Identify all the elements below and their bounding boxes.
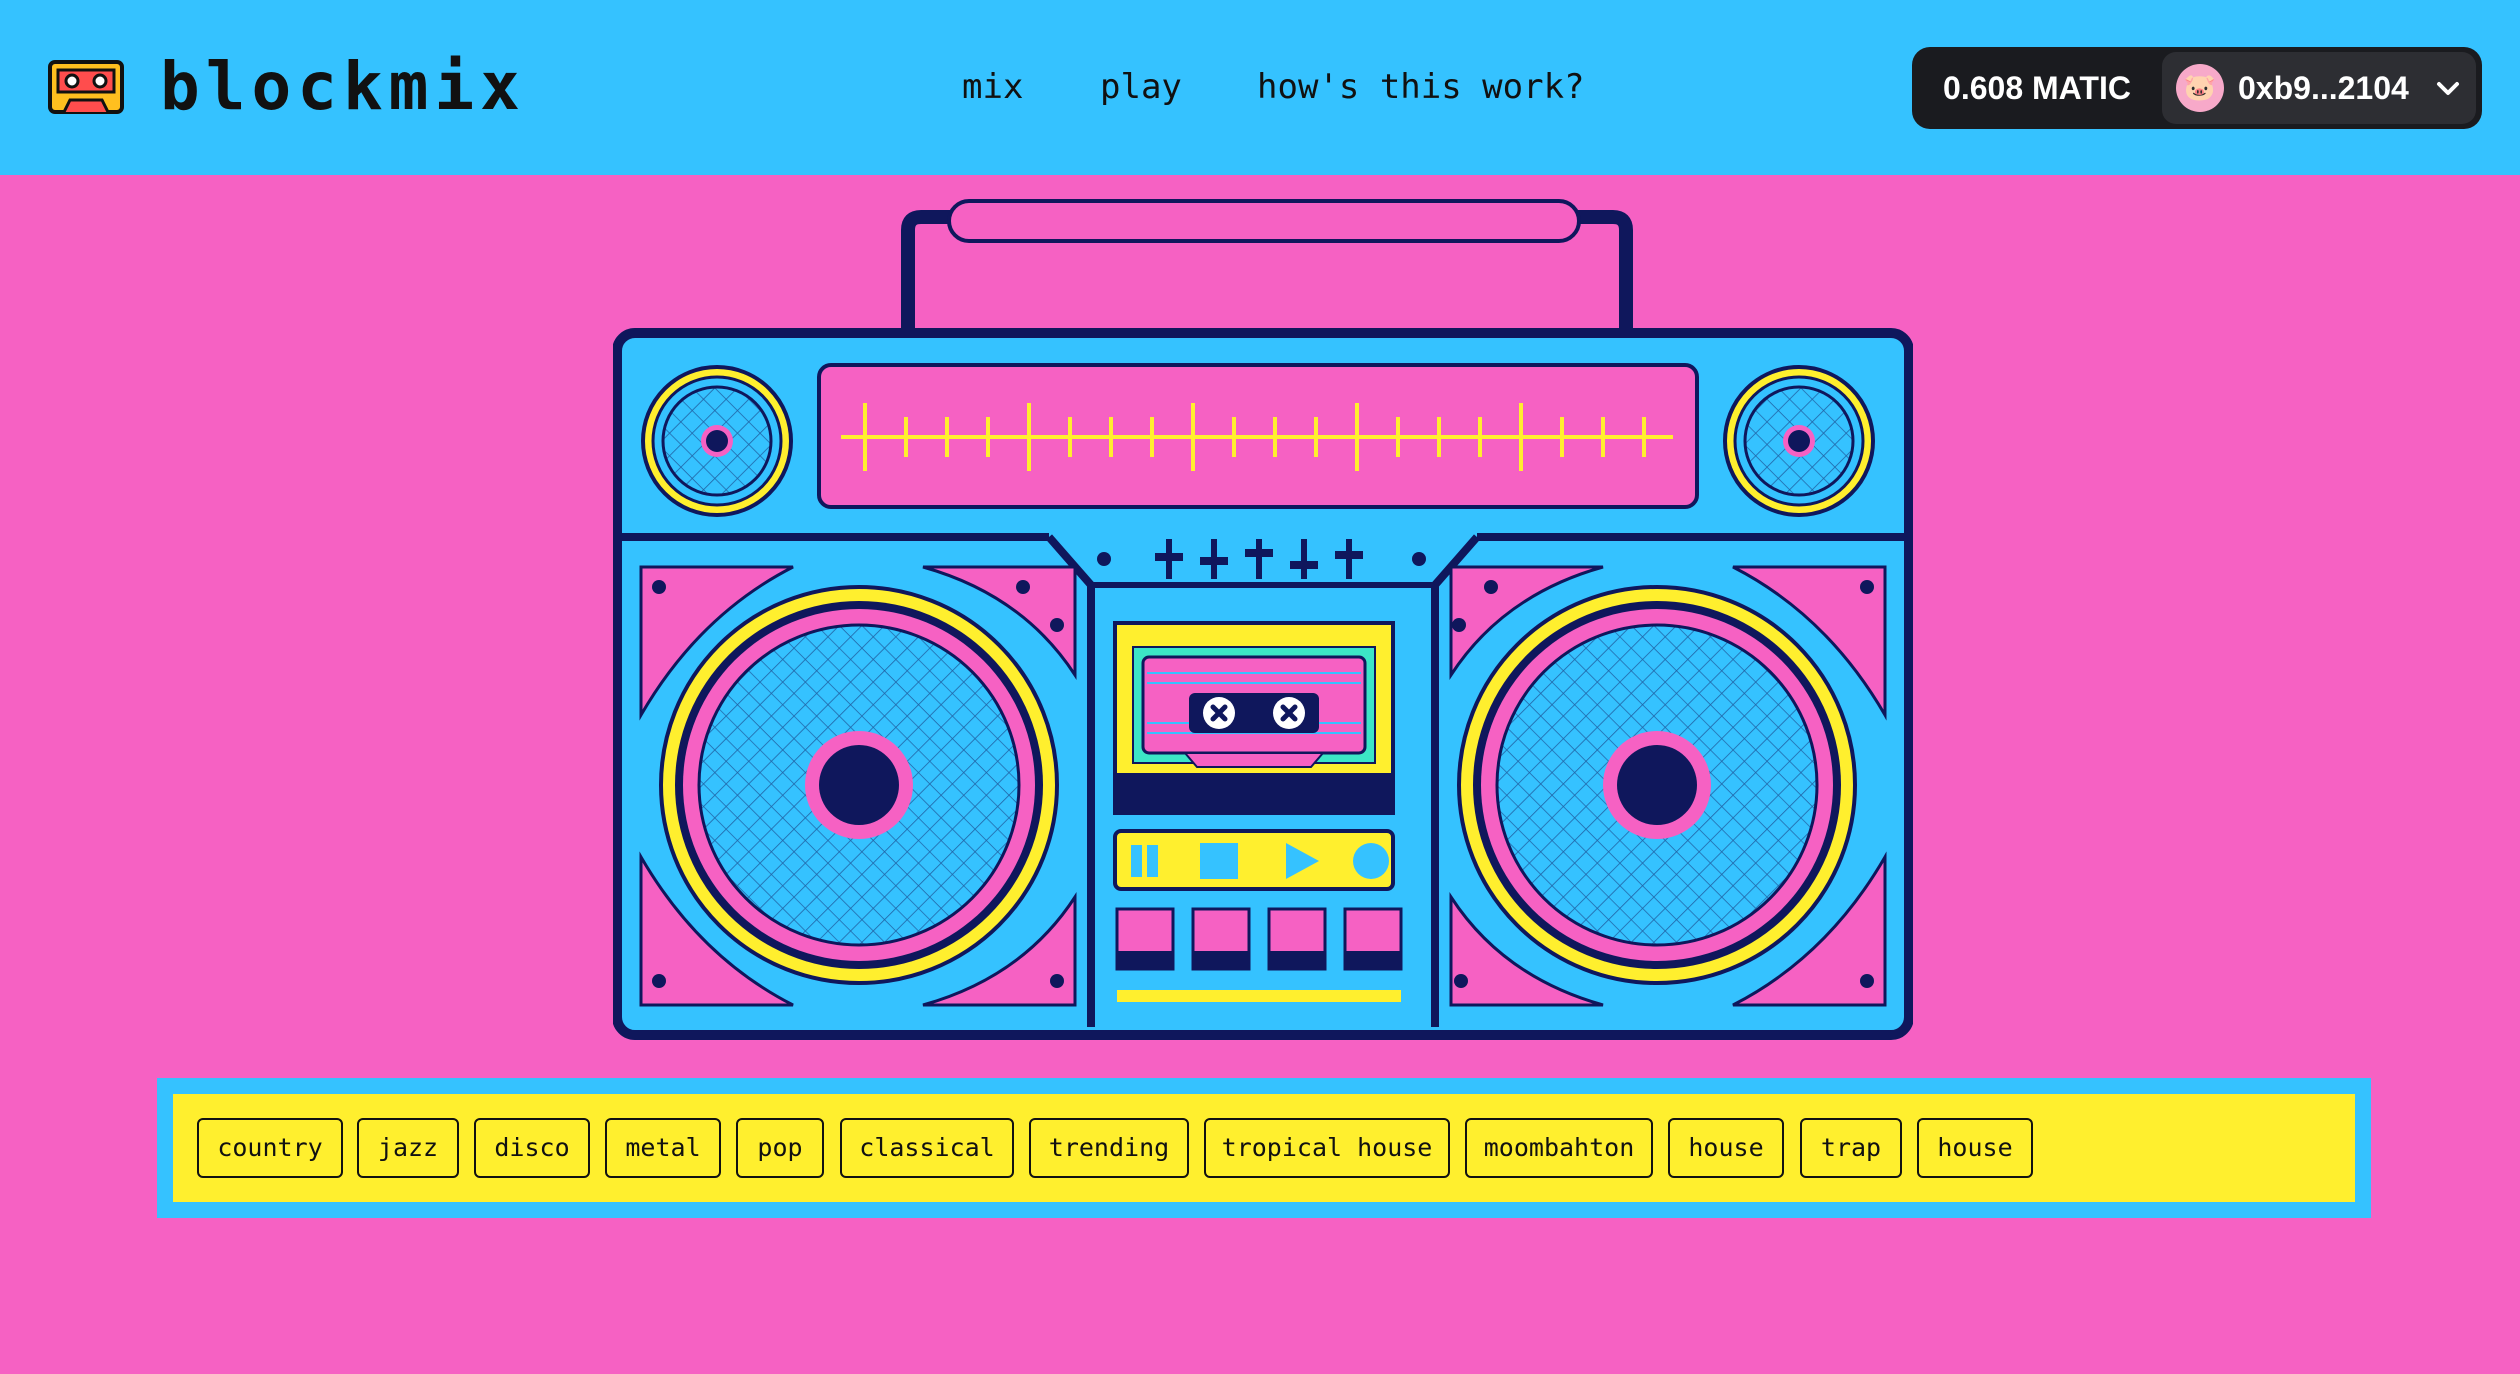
genre-tag-classical[interactable]: classical [840, 1118, 1014, 1178]
genre-tag-country[interactable]: country [197, 1118, 343, 1178]
top-bar: blockmix mix play how's this work? 0.608… [0, 0, 2520, 175]
wallet-balance[interactable]: 0.608 MATIC [1912, 47, 2162, 129]
chevron-down-icon [2437, 82, 2459, 95]
nav-how-it-works-link[interactable]: how's this work? [1257, 60, 1585, 114]
cassette-icon[interactable] [48, 60, 124, 114]
wallet-connect-widget: 0.608 MATIC 🐷 0xb9...2104 [1912, 47, 2482, 129]
genre-tag-list: country jazz disco metal pop classical t… [173, 1094, 2355, 1202]
genre-tag-trending[interactable]: trending [1029, 1118, 1189, 1178]
nav-play-link[interactable]: play [1100, 60, 1182, 114]
genre-tag-disco[interactable]: disco [474, 1118, 590, 1178]
genre-tag-panel: country jazz disco metal pop classical t… [157, 1078, 2371, 1218]
app-logo-text[interactable]: blockmix [160, 44, 526, 130]
genre-tag-jazz[interactable]: jazz [357, 1118, 459, 1178]
avatar: 🐷 [2176, 64, 2224, 112]
genre-tag-metal[interactable]: metal [605, 1118, 721, 1178]
genre-tag-pop[interactable]: pop [736, 1118, 824, 1178]
nav-mix-link[interactable]: mix [962, 60, 1023, 114]
account-button[interactable]: 🐷 0xb9...2104 [2162, 52, 2476, 124]
boombox-icon [613, 199, 1913, 1040]
wallet-address: 0xb9...2104 [2238, 70, 2409, 106]
genre-tag-tropical-house[interactable]: tropical house [1204, 1118, 1450, 1178]
genre-tag-house-2[interactable]: house [1917, 1118, 2033, 1178]
genre-tag-moombahton[interactable]: moombahton [1465, 1118, 1653, 1178]
genre-tag-trap[interactable]: trap [1800, 1118, 1902, 1178]
genre-tag-house[interactable]: house [1668, 1118, 1784, 1178]
